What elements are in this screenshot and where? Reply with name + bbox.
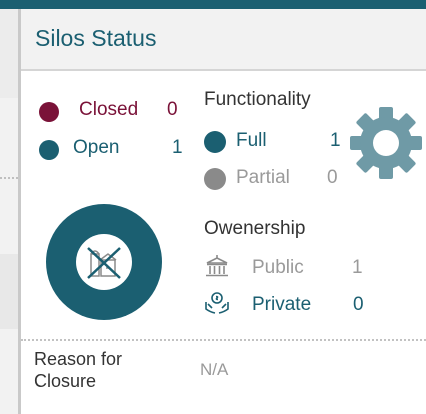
gear-icon	[350, 107, 422, 179]
status-donut	[46, 204, 162, 320]
section-divider	[21, 339, 426, 341]
reason-value: N/A	[200, 360, 229, 379]
reason-label: Reason for Closure	[34, 349, 123, 391]
public-count: 1	[352, 257, 363, 278]
closed-count: 0	[167, 99, 178, 120]
closed-legend-dot	[39, 102, 59, 122]
open-label: Open	[73, 137, 120, 158]
public-label: Public	[252, 257, 304, 278]
partial-label: Partial	[236, 167, 290, 188]
private-hands-icon	[205, 292, 229, 314]
page-title: Silos Status	[35, 25, 157, 51]
open-count: 1	[172, 137, 183, 158]
functionality-title: Functionality	[204, 89, 311, 110]
private-label: Private	[252, 294, 312, 315]
left-panel-edge	[0, 9, 18, 414]
panel-header: Silos Status	[21, 9, 426, 69]
left-panel-band	[0, 9, 18, 98]
top-bar	[0, 0, 426, 9]
partial-legend-dot	[204, 168, 226, 190]
silo-closed-icon	[87, 247, 121, 279]
left-panel-band	[0, 254, 18, 329]
header-divider	[21, 69, 426, 71]
ownership-title: Owenership	[204, 218, 306, 239]
partial-count: 0	[327, 167, 338, 188]
full-count: 1	[330, 130, 341, 151]
donut-center	[76, 234, 132, 290]
open-legend-dot	[39, 140, 59, 160]
full-label: Full	[236, 130, 267, 151]
private-count: 0	[353, 294, 364, 315]
full-legend-dot	[204, 131, 226, 153]
left-panel-divider	[0, 177, 18, 179]
closed-label: Closed	[79, 99, 139, 120]
public-building-icon	[206, 255, 228, 277]
